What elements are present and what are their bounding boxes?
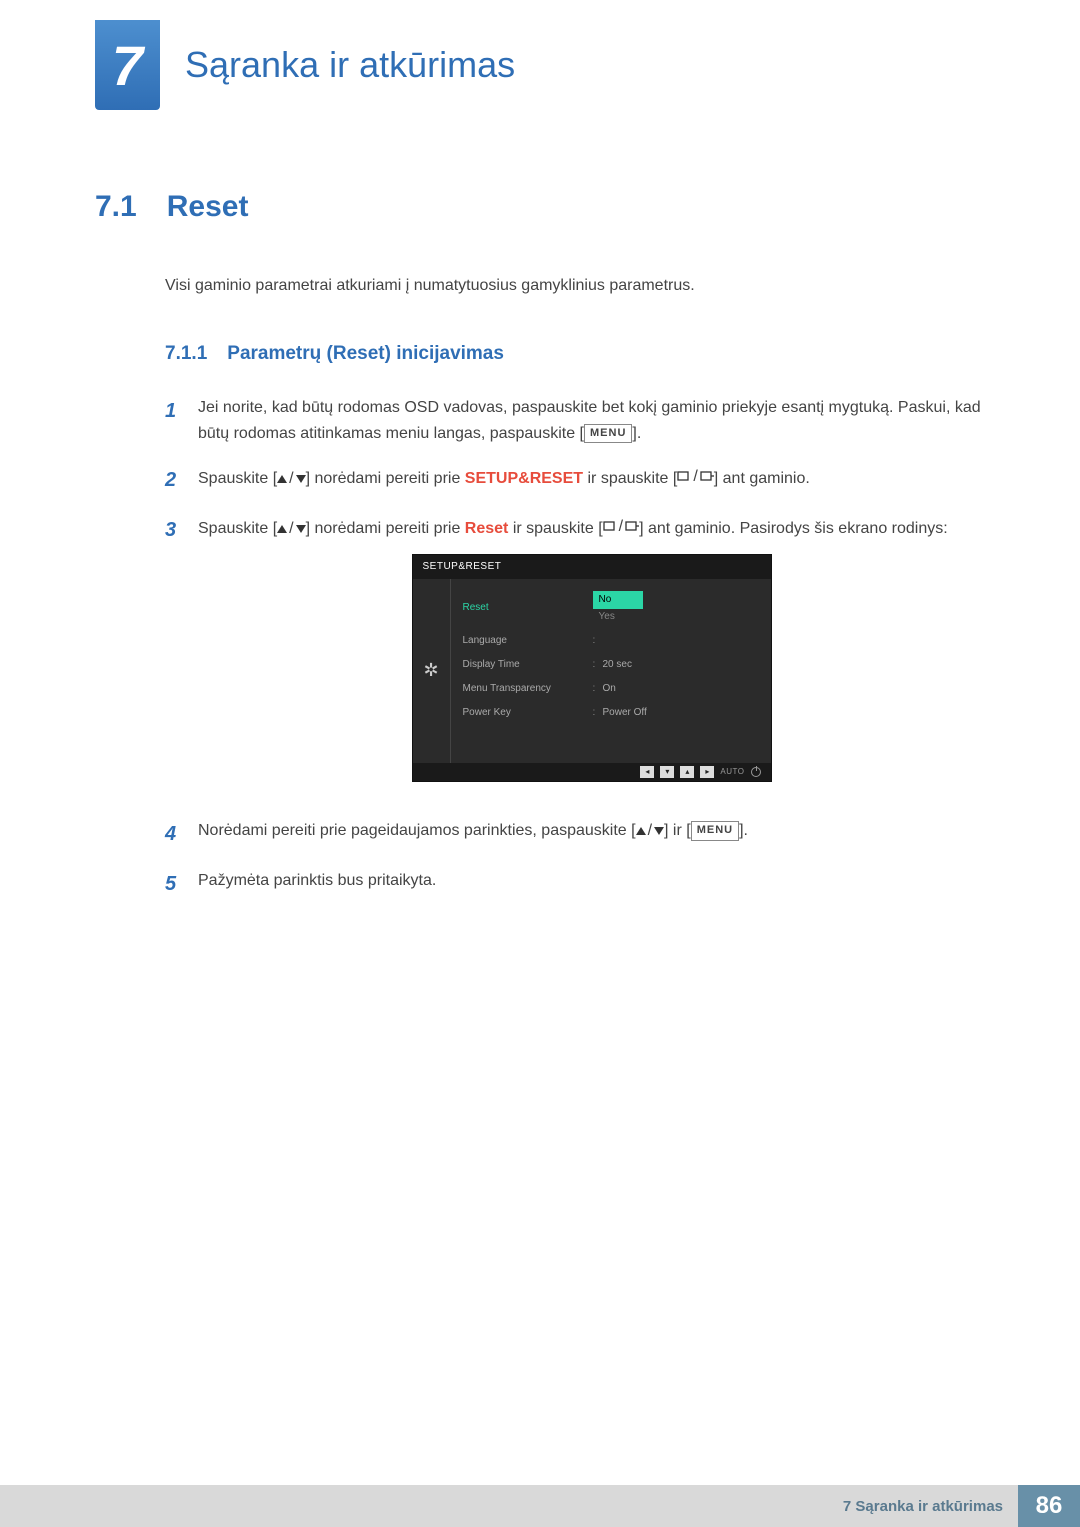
step4-b: ] ir [ <box>664 822 691 839</box>
osd-value: 20 sec <box>603 657 759 673</box>
osd-title: SETUP&RESET <box>413 555 771 579</box>
osd-nav-right-icon: ▸ <box>700 766 714 778</box>
section-intro: Visi gaminio parametrai atkuriami į numa… <box>165 274 985 298</box>
up-down-icon: / <box>277 516 305 542</box>
step-number: 2 <box>165 464 180 496</box>
subsection-header: 7.1.1 Parametrų (Reset) inicijavimas <box>165 343 985 365</box>
source-enter-icon: / <box>603 514 639 540</box>
menu-button-icon: MENU <box>691 821 739 841</box>
step2-a: Spauskite [ <box>198 470 277 487</box>
section-number: 7.1 <box>95 190 137 224</box>
osd-row-menu-transparency: Menu Transparency : On <box>451 677 771 701</box>
source-enter-icon: / <box>677 464 713 490</box>
osd-category-icon: ✲ <box>413 579 451 763</box>
menu-button-icon: MENU <box>584 424 632 444</box>
step-number: 5 <box>165 868 180 900</box>
step2-d: ir spauskite [ <box>583 470 677 487</box>
footer-chapter-label: 7 Sąranka ir atkūrimas <box>0 1485 1018 1527</box>
step2-highlight: SETUP&RESET <box>465 470 583 487</box>
osd-label: Menu Transparency <box>463 681 593 697</box>
osd-value: Power Off <box>603 705 759 721</box>
osd-nav-down-icon: ▾ <box>660 766 674 778</box>
osd-nav-left-icon: ◂ <box>640 766 654 778</box>
section-title: Reset <box>167 190 249 224</box>
osd-value-highlighted: No <box>593 591 643 609</box>
step-4: 4 Norėdami pereiti prie pageidaujamos pa… <box>165 818 985 850</box>
osd-auto-label: AUTO <box>720 766 744 779</box>
osd-row-display-time: Display Time : 20 sec <box>451 653 771 677</box>
osd-label: Display Time <box>463 657 593 673</box>
step3-d: ir spauskite [ <box>508 520 602 537</box>
osd-label: Power Key <box>463 705 593 721</box>
step-3: 3 Spauskite [/] norėdami pereiti prie Re… <box>165 514 985 800</box>
step-list: 1 Jei norite, kad būtų rodomas OSD vadov… <box>165 395 985 900</box>
step1-text-b: ]. <box>632 425 641 442</box>
page-footer: 7 Sąranka ir atkūrimas 86 <box>0 1485 1080 1527</box>
osd-value: On <box>603 681 759 697</box>
osd-label: Reset <box>463 600 593 616</box>
step-number: 3 <box>165 514 180 800</box>
up-down-icon: / <box>636 818 664 844</box>
footer-page-number: 86 <box>1018 1485 1080 1527</box>
step-1: 1 Jei norite, kad būtų rodomas OSD vadov… <box>165 395 985 446</box>
step3-a: Spauskite [ <box>198 520 277 537</box>
step-number: 1 <box>165 395 180 446</box>
chapter-number-badge: 7 <box>95 20 160 110</box>
step2-e: ] ant gaminio. <box>714 470 810 487</box>
step4-c: ]. <box>739 822 748 839</box>
osd-bottombar: ◂ ▾ ▴ ▸ AUTO <box>413 763 771 782</box>
section-header: 7.1 Reset <box>95 190 985 224</box>
subsection-title: Parametrų (Reset) inicijavimas <box>227 343 504 365</box>
osd-value-secondary: Yes <box>593 609 621 625</box>
osd-label: Language <box>463 633 593 649</box>
step-5: 5 Pažymėta parinktis bus pritaikyta. <box>165 868 985 900</box>
osd-power-icon <box>751 767 761 777</box>
step2-b: ] norėdami pereiti prie <box>306 470 465 487</box>
gear-icon: ✲ <box>423 656 438 685</box>
step5-text: Pažymėta parinktis bus pritaikyta. <box>198 868 985 900</box>
osd-row-language: Language : <box>451 629 771 653</box>
osd-nav-up-icon: ▴ <box>680 766 694 778</box>
up-down-icon: / <box>277 466 305 492</box>
subsection-number: 7.1.1 <box>165 343 207 365</box>
osd-menu: SETUP&RESET ✲ Reset No Yes <box>412 554 772 783</box>
step-2: 2 Spauskite [/] norėdami pereiti prie SE… <box>165 464 985 496</box>
chapter-title: Sąranka ir atkūrimas <box>185 44 515 86</box>
step3-highlight: Reset <box>465 520 509 537</box>
step-number: 4 <box>165 818 180 850</box>
osd-row-reset: Reset No Yes <box>451 587 771 629</box>
osd-row-power-key: Power Key : Power Off <box>451 701 771 725</box>
chapter-header: 7 Sąranka ir atkūrimas <box>0 0 1080 110</box>
step3-e: ] ant gaminio. Pasirodys šis ekrano rodi… <box>639 520 948 537</box>
step3-b: ] norėdami pereiti prie <box>306 520 465 537</box>
step4-a: Norėdami pereiti prie pageidaujamos pari… <box>198 822 636 839</box>
